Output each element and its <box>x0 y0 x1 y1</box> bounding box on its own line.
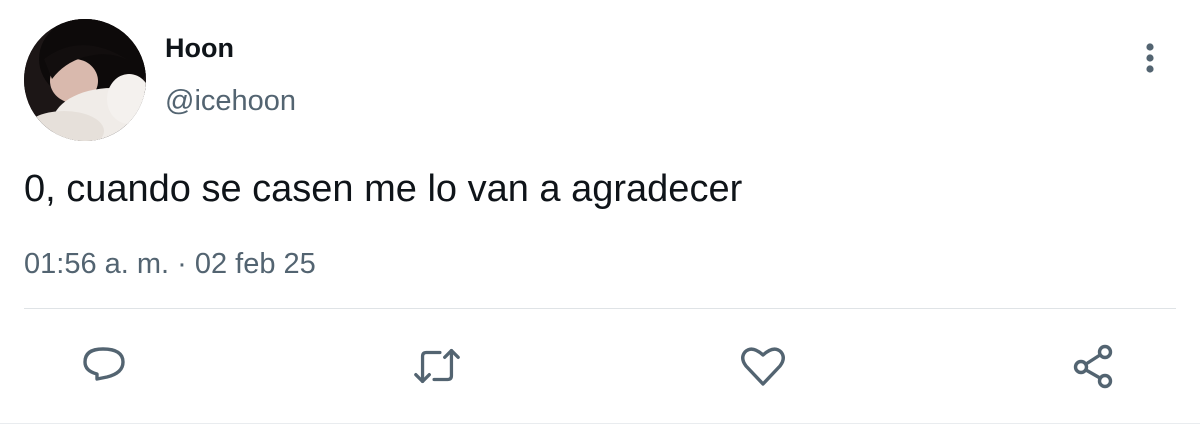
reply-icon <box>83 347 125 381</box>
share-button[interactable] <box>1067 340 1119 392</box>
more-options-button[interactable] <box>1130 38 1170 78</box>
avatar-photo <box>24 19 146 141</box>
retweet-button[interactable] <box>411 340 463 392</box>
heart-icon <box>741 347 785 386</box>
tweet-card: Hoon @icehoon 0, cuando se casen me lo v… <box>0 0 1200 437</box>
reply-button[interactable] <box>78 340 130 392</box>
tweet-text: 0, cuando se casen me lo van a agradecer <box>24 168 743 210</box>
display-name[interactable]: Hoon <box>165 30 234 66</box>
avatar[interactable] <box>24 19 146 141</box>
like-button[interactable] <box>737 340 789 392</box>
retweet-icon <box>414 348 460 384</box>
user-handle[interactable]: @icehoon <box>165 83 296 119</box>
divider <box>24 308 1176 309</box>
tweet-timestamp[interactable]: 01:56 a. m. · 02 feb 25 <box>24 245 316 283</box>
bottom-divider <box>0 423 1200 424</box>
more-vertical-icon <box>1146 43 1154 73</box>
share-icon <box>1073 344 1113 389</box>
